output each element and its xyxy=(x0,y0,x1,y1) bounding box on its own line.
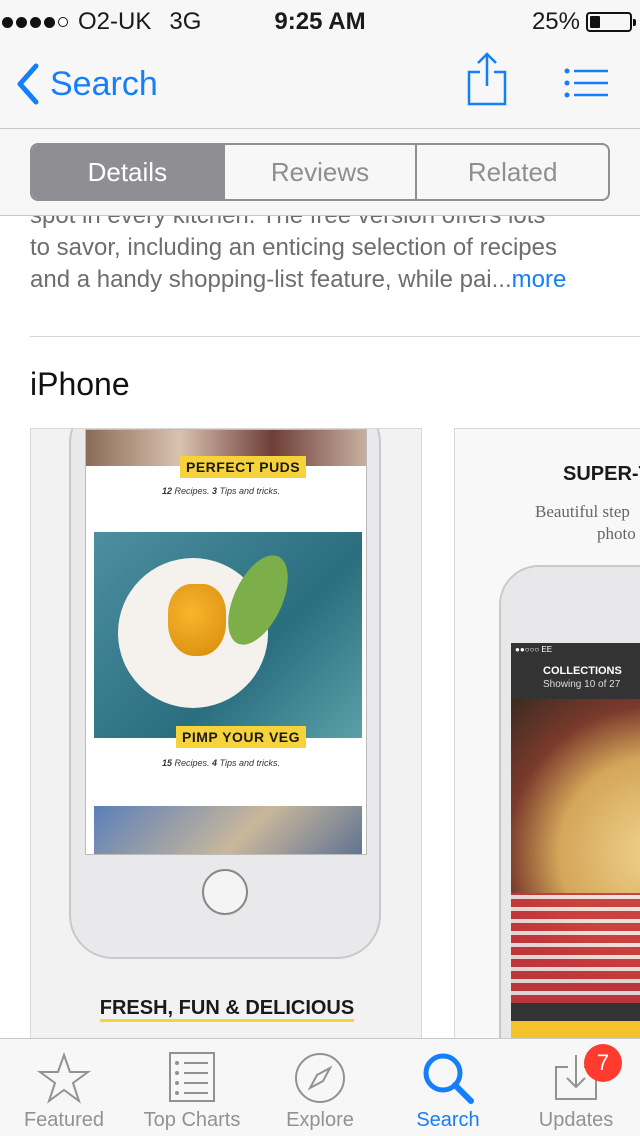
star-icon xyxy=(36,1051,92,1104)
mini-status-bar: ●●○○○ EE xyxy=(515,645,553,654)
tab-label: Featured xyxy=(23,1109,105,1131)
description-line-1: to savor, including an enticing selectio… xyxy=(30,234,557,261)
category-caption: 12 Recipes. 3 Tips and tricks. xyxy=(162,486,281,496)
battery-percent: 25% xyxy=(531,8,580,35)
updates-badge: 7 xyxy=(584,1044,622,1082)
tab-label: Updates xyxy=(538,1109,614,1131)
search-icon xyxy=(423,1053,474,1104)
category-tag: PIMP YOUR VEG xyxy=(176,726,307,748)
screenshot-2[interactable]: SUPER-TA Beautiful step photo ●●○○○ EE C… xyxy=(454,428,640,1038)
app-description: spot in every kitchen. The free version … xyxy=(30,216,620,296)
section-title: iPhone xyxy=(30,366,130,402)
tablecloth-image xyxy=(511,893,640,1003)
yellow-banner xyxy=(511,1021,640,1038)
list-icon xyxy=(564,68,608,98)
category-caption: 15 Recipes. 4 Tips and tricks. xyxy=(162,758,281,768)
screenshot-title: SUPER-TA xyxy=(563,463,640,485)
tab-top-charts[interactable]: Top Charts xyxy=(128,1039,256,1136)
compass-icon xyxy=(295,1053,345,1103)
food-image xyxy=(94,532,362,738)
category-tag: PERFECT PUDS xyxy=(180,456,307,478)
status-bar: O2-UK 3G 9:25 AM 25% xyxy=(0,0,640,40)
back-label: Search xyxy=(50,64,158,103)
segment-bar: Details Reviews Related xyxy=(0,128,640,216)
battery-icon xyxy=(586,12,636,32)
screenshot-subtitle: Beautiful step photo xyxy=(535,502,636,543)
chevron-left-icon xyxy=(17,63,39,105)
back-button[interactable]: Search xyxy=(14,62,158,106)
home-button-graphic xyxy=(202,869,248,915)
divider xyxy=(30,336,640,337)
tab-updates[interactable]: Updates xyxy=(512,1039,640,1136)
tab-search[interactable]: Search xyxy=(384,1039,512,1136)
collections-title: COLLECTIONS xyxy=(543,665,622,677)
tab-label: Explore xyxy=(286,1109,354,1131)
pepper-shape xyxy=(168,584,226,656)
tab-featured[interactable]: Featured xyxy=(0,1039,128,1136)
screenshot-1[interactable]: PERFECT PUDS 12 Recipes. 3 Tips and tric… xyxy=(30,428,422,1038)
tab-details[interactable]: Details xyxy=(32,145,225,199)
tab-label: Top Charts xyxy=(143,1109,241,1131)
phone-frame: ●●○○○ EE COLLECTIONS Showing 10 of 27 xyxy=(499,565,640,1038)
collections-count: Showing 10 of 27 xyxy=(543,679,621,690)
more-link[interactable]: more xyxy=(512,266,567,293)
list-menu-button[interactable] xyxy=(564,68,610,103)
tab-bar: Featured Top Charts Explore Search Updat… xyxy=(0,1038,640,1136)
tab-label: Search xyxy=(416,1109,480,1131)
food-image xyxy=(94,806,362,854)
phone-frame: PERFECT PUDS 12 Recipes. 3 Tips and tric… xyxy=(69,429,381,959)
description-line-2: and a handy shopping-list feature, while… xyxy=(30,266,567,293)
details-content[interactable]: spot in every kitchen. The free version … xyxy=(0,216,640,1038)
tab-explore[interactable]: Explore xyxy=(256,1039,384,1136)
list-icon xyxy=(169,1052,215,1102)
screenshot-caption: FRESH, FUN & DELICIOUS xyxy=(31,997,421,1022)
battery-status: 25% xyxy=(531,8,636,36)
tab-related[interactable]: Related xyxy=(417,145,608,199)
share-button[interactable] xyxy=(466,52,508,113)
description-line-partial: spot in every kitchen. The free version … xyxy=(30,216,620,232)
phone-screen: ●●○○○ EE COLLECTIONS Showing 10 of 27 xyxy=(511,643,640,1038)
segmented-control: Details Reviews Related xyxy=(30,143,610,201)
tab-reviews[interactable]: Reviews xyxy=(225,145,418,199)
navigation-bar: Search xyxy=(0,40,640,128)
phone-screen: PERFECT PUDS 12 Recipes. 3 Tips and tric… xyxy=(85,429,367,855)
share-icon xyxy=(467,52,507,106)
